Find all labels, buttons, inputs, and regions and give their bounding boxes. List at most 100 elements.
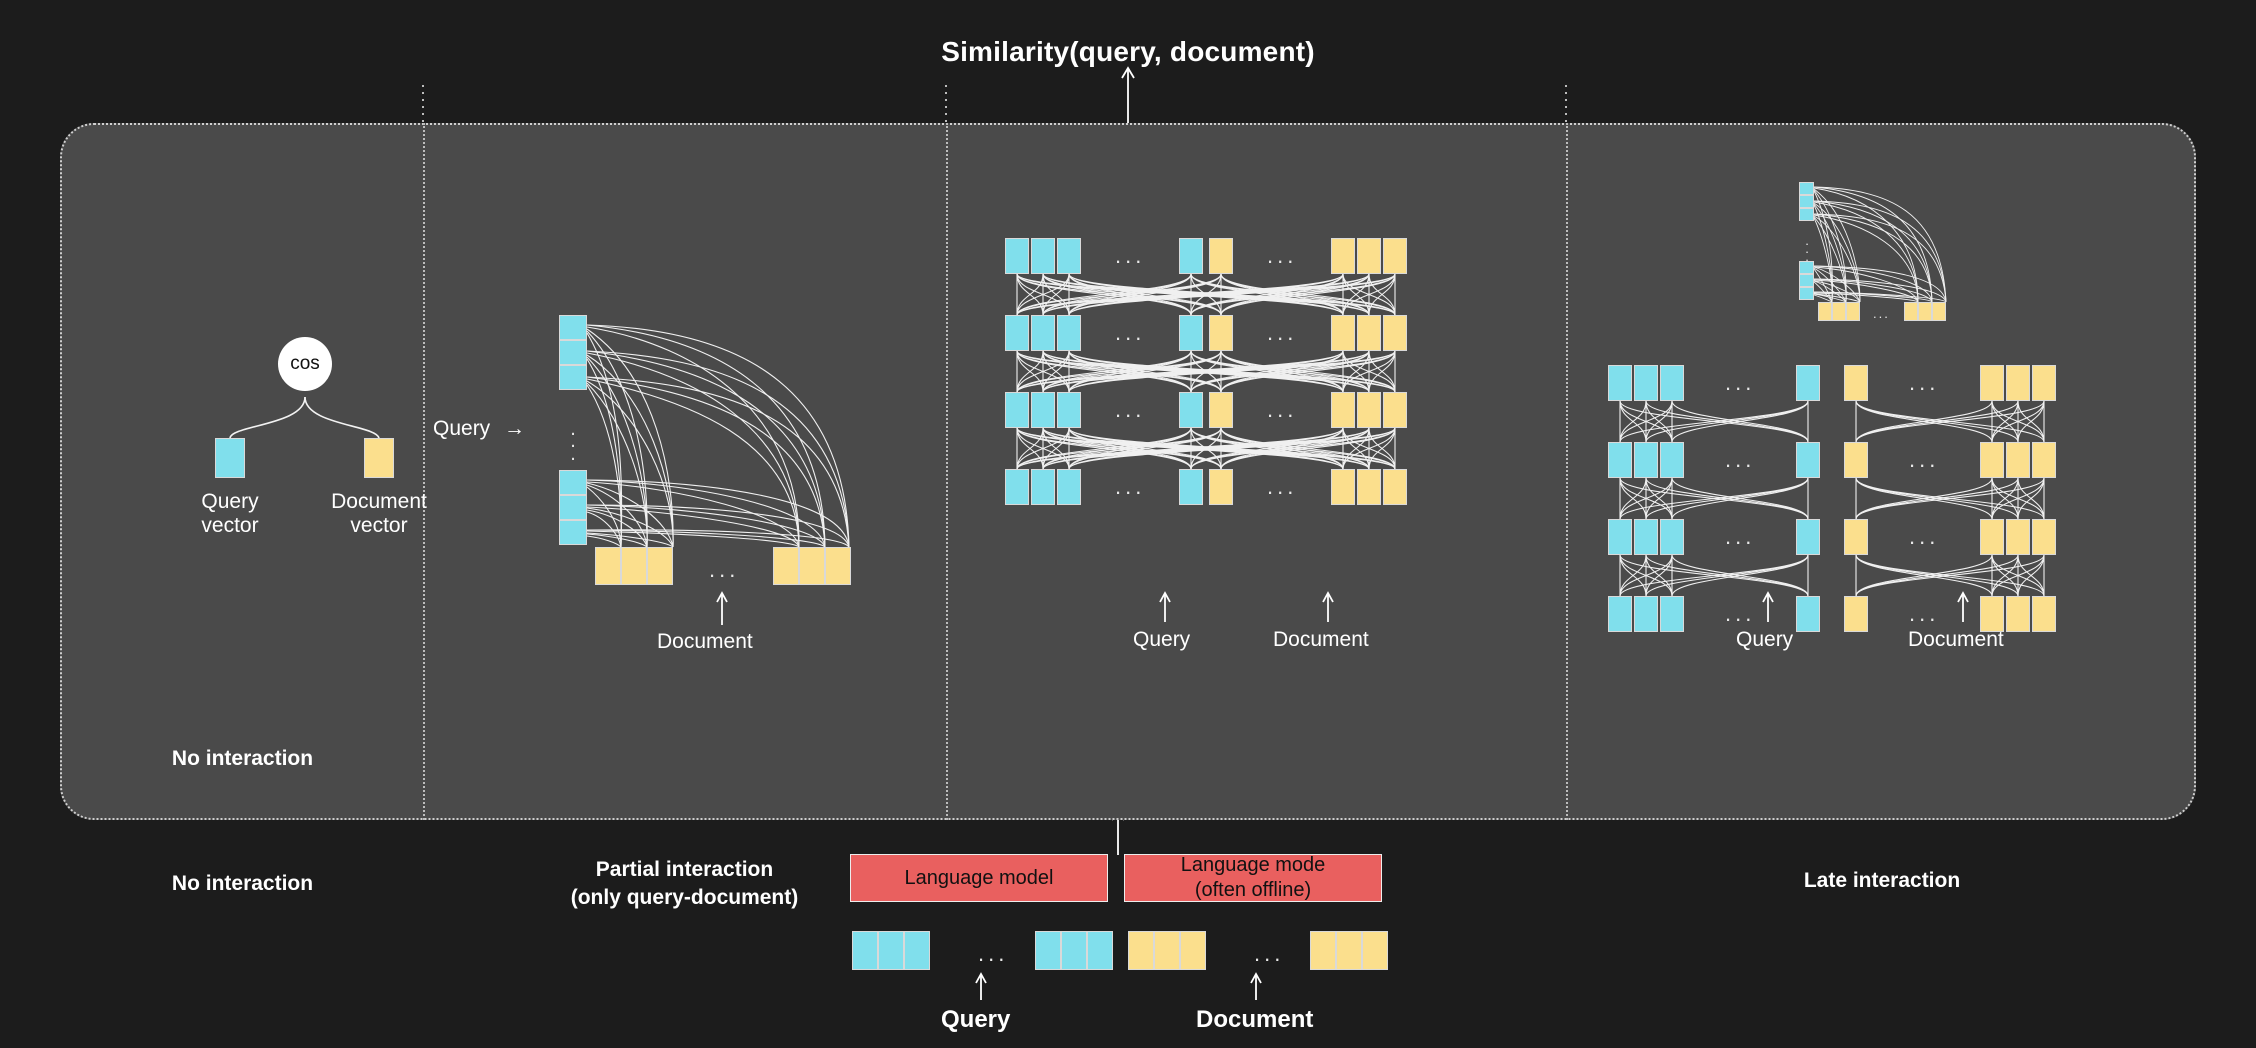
query-token[interactable] (1057, 315, 1081, 351)
row-ellipsis: ... (1115, 397, 1146, 422)
row-ellipsis: ... (1115, 320, 1146, 345)
document-token[interactable] (1357, 392, 1381, 428)
document-token[interactable] (1980, 596, 2004, 632)
query-token[interactable] (1608, 442, 1632, 478)
query-token[interactable] (1796, 442, 1820, 478)
footer-document-label: Document (1196, 1006, 1314, 1033)
document-caption: Document (1908, 628, 2004, 651)
query-token[interactable] (1179, 315, 1203, 351)
document-token[interactable] (2032, 365, 2056, 401)
query-token[interactable] (1031, 238, 1055, 274)
cos-label: cos (290, 353, 320, 374)
query-arrow-up (1159, 591, 1171, 622)
query-token[interactable] (1608, 365, 1632, 401)
row-ellipsis: ... (1909, 447, 1940, 472)
query-token[interactable] (1179, 469, 1203, 505)
query-token[interactable] (1179, 392, 1203, 428)
query-token[interactable] (1796, 596, 1820, 632)
query-token[interactable] (1634, 519, 1658, 555)
document-token[interactable] (1331, 392, 1355, 428)
document-token[interactable] (2006, 596, 2030, 632)
document-token[interactable] (1844, 365, 1868, 401)
document-token[interactable] (2006, 365, 2030, 401)
query-arrow-up (975, 972, 987, 1000)
document-token[interactable] (1980, 519, 2004, 555)
document-token[interactable] (2032, 596, 2056, 632)
row-ellipsis: ... (1267, 243, 1298, 268)
row-ellipsis: ... (1115, 474, 1146, 499)
document-token[interactable] (1383, 315, 1407, 351)
footer-arrows (975, 972, 1262, 1000)
row-ellipsis: ... (1725, 601, 1756, 626)
query-token[interactable] (1031, 315, 1055, 351)
query-token[interactable] (1005, 392, 1029, 428)
page-title: Similarity(query, document) (941, 36, 1315, 67)
query-token[interactable] (1660, 596, 1684, 632)
document-token[interactable] (2032, 519, 2056, 555)
query-token[interactable] (1634, 365, 1658, 401)
query-arrow-up (1762, 591, 1774, 622)
document-token[interactable] (1209, 392, 1233, 428)
query-token[interactable] (1660, 519, 1684, 555)
query-token[interactable] (1608, 519, 1632, 555)
document-arrow-up (1250, 972, 1262, 1000)
query-vector-box[interactable] (215, 438, 245, 478)
document-token[interactable] (1844, 519, 1868, 555)
query-token[interactable] (1608, 596, 1632, 632)
document-token[interactable] (2006, 519, 2030, 555)
document-token[interactable] (1209, 238, 1233, 274)
panel-late-interaction[interactable]: ... ... ... ... ... ... ... ... ... ... … (1568, 125, 2196, 892)
document-token[interactable] (1383, 238, 1407, 274)
document-token[interactable] (1383, 392, 1407, 428)
query-side-label: Query → (433, 417, 525, 441)
row-ellipsis: ... (1267, 320, 1298, 345)
document-token[interactable] (1357, 469, 1381, 505)
query-token[interactable] (1634, 442, 1658, 478)
footer-query-label: Query (941, 1006, 1011, 1033)
query-token[interactable] (1031, 392, 1055, 428)
document-token[interactable] (1331, 315, 1355, 351)
query-token[interactable] (1660, 365, 1684, 401)
document-token[interactable] (1980, 442, 2004, 478)
document-token[interactable] (1980, 365, 2004, 401)
document-token[interactable] (2032, 442, 2056, 478)
query-token[interactable] (1005, 238, 1029, 274)
query-token[interactable] (1796, 365, 1820, 401)
footer-section: Language model Language mode (often offl… (0, 840, 2256, 1048)
row-ellipsis: ... (1909, 370, 1940, 395)
row-ellipsis: ... (1909, 601, 1940, 626)
query-token[interactable] (1057, 238, 1081, 274)
document-token[interactable] (1383, 469, 1407, 505)
arrow-right-icon: → (504, 417, 526, 440)
query-token[interactable] (1179, 238, 1203, 274)
document-token[interactable] (1331, 469, 1355, 505)
query-token[interactable] (1634, 596, 1658, 632)
document-token[interactable] (1209, 469, 1233, 505)
document-vector-box[interactable] (364, 438, 394, 478)
panel-partial-interaction[interactable]: ... ... Query → Document Partial interac… (425, 125, 944, 909)
document-caption: Document (657, 630, 753, 653)
document-token[interactable] (1357, 238, 1381, 274)
row-ellipsis: ... (1115, 243, 1146, 268)
document-token[interactable] (1844, 596, 1868, 632)
document-token[interactable] (1331, 238, 1355, 274)
row-ellipsis: ... (1909, 524, 1940, 549)
cos-node: cos (278, 337, 332, 391)
document-caption: Document (1273, 628, 1369, 651)
document-arrow-up (1957, 591, 1969, 622)
panel-early-full-interaction[interactable]: ........................ Query Document … (948, 125, 1566, 892)
document-token[interactable] (2006, 442, 2030, 478)
query-token[interactable] (1660, 442, 1684, 478)
query-token[interactable] (1057, 469, 1081, 505)
document-token[interactable] (1209, 315, 1233, 351)
query-token[interactable] (1005, 315, 1029, 351)
document-token[interactable] (1844, 442, 1868, 478)
panel-caption-no-interaction: No interaction (62, 745, 423, 773)
panel-no-interaction[interactable]: cos Query vector Document vector No inte… (62, 125, 427, 895)
query-caption: Query (1133, 628, 1191, 651)
query-token[interactable] (1031, 469, 1055, 505)
query-token[interactable] (1057, 392, 1081, 428)
document-token[interactable] (1357, 315, 1381, 351)
query-token[interactable] (1005, 469, 1029, 505)
query-token[interactable] (1796, 519, 1820, 555)
